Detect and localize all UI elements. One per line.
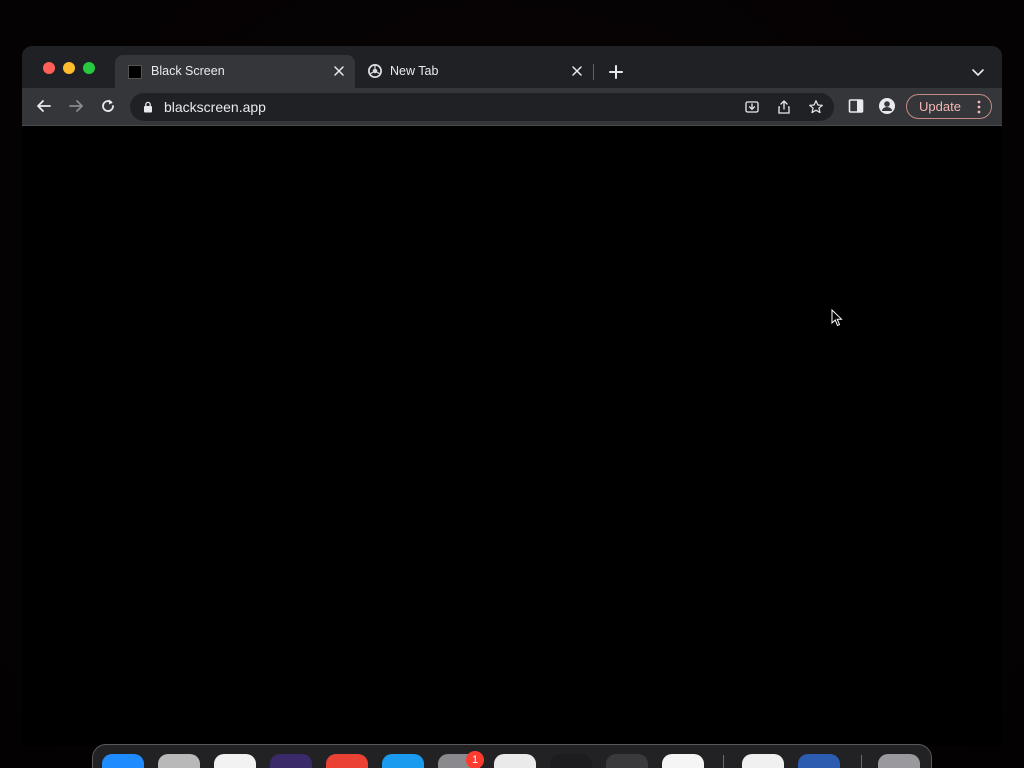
reload-button[interactable] (99, 97, 117, 115)
script-editor-icon[interactable] (606, 754, 648, 768)
install-app-icon[interactable] (744, 99, 760, 115)
dock-separator (723, 755, 724, 768)
page-content-black[interactable] (22, 126, 1002, 746)
launchpad-icon[interactable] (158, 754, 200, 768)
photo-app-icon[interactable] (270, 754, 312, 768)
tab-search-chevron-icon[interactable] (970, 64, 986, 80)
close-tab-button[interactable] (331, 63, 347, 79)
finder-icon[interactable] (102, 754, 144, 768)
close-tab-button[interactable] (569, 63, 585, 79)
bookmark-star-icon[interactable] (808, 99, 824, 115)
tab-strip: Black Screen New Tab (22, 46, 1002, 88)
mouse-cursor-icon (831, 309, 843, 327)
update-label: Update (919, 99, 961, 114)
tab-title: Black Screen (151, 64, 225, 78)
side-panel-icon[interactable] (847, 97, 865, 115)
trash-icon[interactable] (878, 754, 920, 768)
dock: 1 (92, 744, 932, 768)
python-app-icon[interactable] (798, 754, 840, 768)
dock-separator (861, 755, 862, 768)
vscode-icon[interactable] (662, 754, 704, 768)
lock-icon[interactable] (142, 101, 154, 113)
share-icon[interactable] (776, 99, 792, 115)
safari-icon[interactable] (214, 754, 256, 768)
tab-black-screen[interactable]: Black Screen (115, 55, 355, 88)
browser-toolbar: blackscreen.app Update (22, 88, 1002, 126)
chrome-icon[interactable] (326, 754, 368, 768)
close-icon (572, 66, 582, 76)
profile-avatar-icon[interactable] (878, 97, 896, 115)
notification-badge: 1 (466, 751, 484, 768)
terminal-icon[interactable] (550, 754, 592, 768)
new-tab-button[interactable] (606, 62, 626, 82)
minimize-window-button[interactable] (63, 62, 75, 74)
forward-button[interactable] (67, 97, 85, 115)
address-bar[interactable]: blackscreen.app (130, 93, 834, 121)
black-square-icon (128, 65, 142, 79)
tab-separator (593, 64, 594, 80)
xcode-icon[interactable] (382, 754, 424, 768)
tab-title: New Tab (390, 64, 439, 78)
back-button[interactable] (35, 97, 53, 115)
textedit-icon[interactable] (494, 754, 536, 768)
visual-studio-icon[interactable] (742, 754, 784, 768)
url-text: blackscreen.app (164, 99, 266, 115)
close-window-button[interactable] (43, 62, 55, 74)
browser-window: Black Screen New Tab blackscreen.app Upd… (22, 46, 1002, 746)
desktop: Black Screen New Tab blackscreen.app Upd… (0, 0, 1024, 768)
fullscreen-window-button[interactable] (83, 62, 95, 74)
more-menu-icon[interactable] (977, 100, 981, 114)
tab-new-tab[interactable]: New Tab (357, 55, 593, 88)
close-icon (334, 66, 344, 76)
update-button[interactable]: Update (906, 94, 992, 119)
chrome-icon (368, 64, 382, 78)
